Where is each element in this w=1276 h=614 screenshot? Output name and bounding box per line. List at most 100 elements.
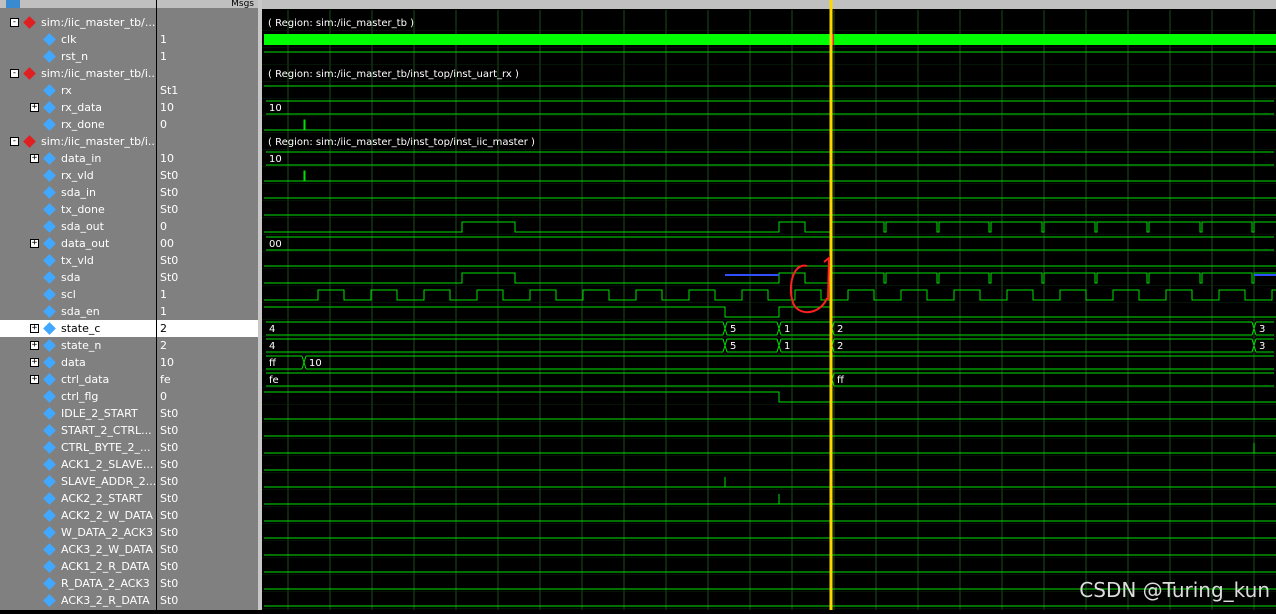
signal-row[interactable]: + state_c <box>0 320 156 337</box>
signal-name: sda_out <box>61 220 104 233</box>
signal-row[interactable]: W_DATA_2_ACK3 <box>0 524 156 541</box>
signal-value: 00 <box>160 237 174 250</box>
signal-row[interactable]: clk <box>0 31 156 48</box>
input-signal-icon <box>43 509 56 522</box>
signal-name: rx_data <box>61 101 103 114</box>
region-label: ( Region: sim:/iic_master_tb/inst_top/in… <box>268 137 535 148</box>
signal-row[interactable]: rx <box>0 82 156 99</box>
signal-value: 0 <box>160 390 167 403</box>
signal-row[interactable]: + data_out <box>0 235 156 252</box>
signal-row[interactable]: + rx_data <box>0 99 156 116</box>
signal-value: St0 <box>160 560 179 573</box>
signal-name: ACK3_2_W_DATA <box>61 543 153 556</box>
signal-value: St1 <box>160 84 179 97</box>
signal-row[interactable]: SLAVE_ADDR_2... <box>0 473 156 490</box>
signal-value: St0 <box>160 577 179 590</box>
signal-row[interactable]: rst_n <box>0 48 156 65</box>
expand-icon[interactable]: + <box>30 341 39 350</box>
expand-icon[interactable]: + <box>30 324 39 333</box>
region-diamond-icon <box>23 135 36 148</box>
signal-row[interactable]: IDLE_2_START <box>0 405 156 422</box>
signal-row[interactable]: sda <box>0 269 156 286</box>
signal-value: St0 <box>160 543 179 556</box>
signal-row[interactable]: sda_en <box>0 303 156 320</box>
expand-icon[interactable]: + <box>30 358 39 367</box>
signal-value: St0 <box>160 254 179 267</box>
collapse-icon[interactable]: - <box>10 69 19 78</box>
collapse-icon[interactable]: - <box>10 137 19 146</box>
signal-name: IDLE_2_START <box>61 407 138 420</box>
region-label: ( Region: sim:/iic_master_tb ) <box>268 18 414 29</box>
signal-row[interactable]: + data_in <box>0 150 156 167</box>
signal-row[interactable]: scl <box>0 286 156 303</box>
signal-value: 2 <box>160 339 167 352</box>
signal-row[interactable]: tx_vld <box>0 252 156 269</box>
collapse-icon[interactable]: - <box>10 18 19 27</box>
input-signal-icon <box>43 407 56 420</box>
waveform-canvas[interactable]: ( Region: sim:/iic_master_tb ) ( Region: … <box>262 0 1276 610</box>
bus-value-label: 5 <box>730 341 736 352</box>
signal-trace <box>264 170 1276 182</box>
signal-row[interactable]: + data <box>0 354 156 371</box>
signal-name: scl <box>61 288 76 301</box>
signal-name: ctrl_flg <box>61 390 99 403</box>
input-signal-icon <box>43 339 56 352</box>
signal-row[interactable]: START_2_CTRL... <box>0 422 156 439</box>
bus-value-label: fe <box>269 375 279 386</box>
signal-row[interactable]: ACK3_2_W_DATA <box>0 541 156 558</box>
output-signal-icon <box>43 101 56 114</box>
signal-row[interactable]: ACK2_2_W_DATA <box>0 507 156 524</box>
signal-row[interactable]: sda_in <box>0 184 156 201</box>
signal-row[interactable]: sda_out <box>0 218 156 235</box>
signal-value: St0 <box>160 458 179 471</box>
signal-group-row[interactable]: - sim:/iic_master_tb/i... <box>0 133 156 150</box>
wave-toolbar-icon[interactable] <box>6 0 20 8</box>
signal-value: 0 <box>160 220 167 233</box>
signal-row[interactable]: tx_done <box>0 201 156 218</box>
signal-value: St0 <box>160 509 179 522</box>
region-label: ( Region: sim:/iic_master_tb/inst_top/in… <box>268 69 519 80</box>
signal-value: St0 <box>160 169 179 182</box>
signal-value: St0 <box>160 594 179 607</box>
signal-name: sda <box>61 271 81 284</box>
bus-value-label: ff <box>837 375 845 386</box>
expand-icon[interactable]: + <box>30 239 39 248</box>
signal-name: CTRL_BYTE_2_... <box>61 441 151 454</box>
signal-row[interactable]: R_DATA_2_ACK3 <box>0 575 156 592</box>
signal-trace <box>264 119 1276 131</box>
signal-row[interactable]: rx_done <box>0 116 156 133</box>
signal-name: ACK2_2_W_DATA <box>61 509 153 522</box>
signal-name-pane: - sim:/iic_master_tb/... clk rst_n - sim:/iic… <box>0 0 156 610</box>
signal-group-row[interactable]: - sim:/iic_master_tb/i... <box>0 65 156 82</box>
signal-row[interactable]: + ctrl_data <box>0 371 156 388</box>
input-signal-icon <box>43 424 56 437</box>
signal-row[interactable]: ACK1_2_SLAVE... <box>0 456 156 473</box>
signal-row[interactable]: ACK3_2_R_DATA <box>0 592 156 609</box>
timeline-header <box>262 0 1276 9</box>
signal-row[interactable]: + state_n <box>0 337 156 354</box>
signal-value: St0 <box>160 424 179 437</box>
bus-value-label: 1 <box>784 341 790 352</box>
waveform-pane[interactable]: ( Region: sim:/iic_master_tb ) ( Region: … <box>262 0 1276 610</box>
signal-value: St0 <box>160 407 179 420</box>
signal-value: St0 <box>160 475 179 488</box>
signal-value: 10 <box>160 356 174 369</box>
signal-row[interactable]: ctrl_flg <box>0 388 156 405</box>
signal-row[interactable]: CTRL_BYTE_2_... <box>0 439 156 456</box>
region-diamond-icon <box>23 67 36 80</box>
name-pane-header <box>0 0 156 8</box>
signal-name: ACK1_2_SLAVE... <box>61 458 154 471</box>
signal-name: tx_vld <box>61 254 94 267</box>
signal-name: W_DATA_2_ACK3 <box>61 526 153 539</box>
signal-row[interactable]: rx_vld <box>0 167 156 184</box>
bus-trace <box>266 151 1274 166</box>
input-signal-icon <box>43 458 56 471</box>
bus-value-label: 4 <box>269 324 275 335</box>
signal-group-row[interactable]: - sim:/iic_master_tb/... <box>0 14 156 31</box>
expand-icon[interactable]: + <box>30 375 39 384</box>
expand-icon[interactable]: + <box>30 154 39 163</box>
signal-row[interactable]: ACK1_2_R_DATA <box>0 558 156 575</box>
signal-row[interactable]: ACK2_2_START <box>0 490 156 507</box>
expand-icon[interactable]: + <box>30 103 39 112</box>
signal-value: St0 <box>160 441 179 454</box>
